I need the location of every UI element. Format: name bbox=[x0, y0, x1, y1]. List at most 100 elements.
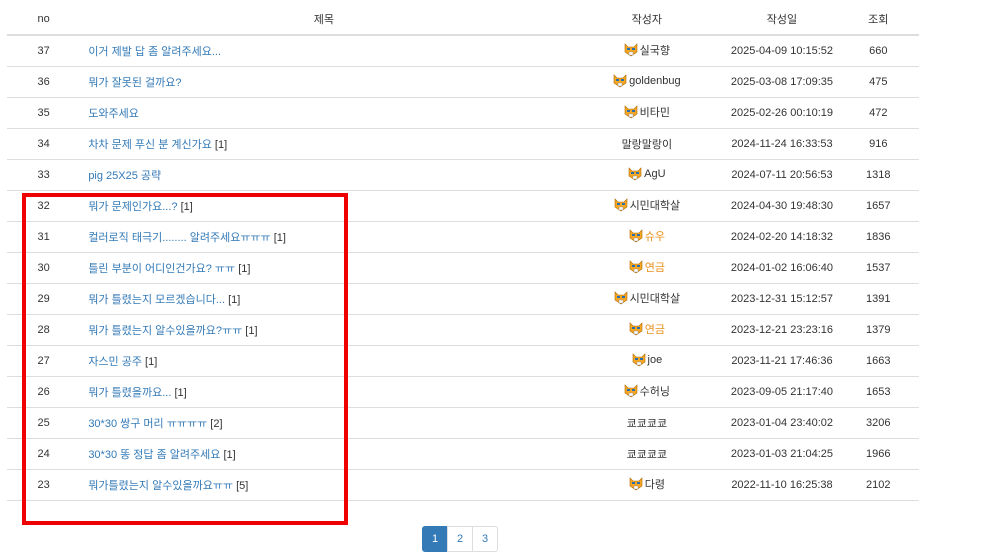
author-cell: 실국향 bbox=[567, 35, 727, 67]
post-title-link[interactable]: 자스민 공주 bbox=[88, 356, 142, 368]
view-count: 2102 bbox=[837, 469, 919, 501]
author[interactable]: 쿄쿄쿄쿄 bbox=[627, 415, 667, 431]
post-title-cell: 뭐가 문제인가요...? [1] bbox=[80, 190, 568, 222]
header-no: no bbox=[7, 4, 81, 36]
post-title-link[interactable]: 컬러로직 태극기........ 알려주세요ㅠㅠㅠ bbox=[88, 232, 270, 244]
cat-face-icon bbox=[629, 229, 643, 243]
cat-face-icon bbox=[629, 477, 643, 491]
board-table: no 제목 작성자 작성일 조회 37 이거 제발 답 좀 알려주세요... 실국향… bbox=[7, 4, 919, 501]
table-row: 24 30*30 똥 정답 좀 알려주세요 [1] 쿄쿄쿄쿄 2023-01-03 2… bbox=[7, 438, 919, 470]
author-name: 말랑말랑이 bbox=[621, 139, 673, 151]
author[interactable]: AgU bbox=[628, 166, 666, 181]
view-count: 1657 bbox=[837, 190, 919, 222]
post-title-link[interactable]: 뭐가 틀렸는지 모르겠습니다... bbox=[88, 294, 225, 306]
post-date: 2025-04-09 10:15:52 bbox=[726, 35, 838, 67]
post-number: 24 bbox=[7, 438, 81, 470]
author-cell: 쿄쿄쿄쿄 bbox=[567, 407, 727, 439]
view-count: 1537 bbox=[837, 252, 919, 284]
header-views: 조회 bbox=[837, 4, 919, 36]
post-number: 37 bbox=[7, 35, 81, 67]
post-date: 2025-03-08 17:09:35 bbox=[726, 66, 838, 98]
post-title-cell: 뭐가 틀렸는지 모르겠습니다... [1] bbox=[80, 283, 568, 315]
post-date: 2024-07-11 20:56:53 bbox=[726, 159, 838, 191]
view-count: 472 bbox=[837, 97, 919, 129]
cat-face-icon bbox=[614, 291, 628, 305]
post-title-link[interactable]: 뭐가틀렸는지 알수있을까요ㅠㅠ bbox=[88, 480, 233, 492]
post-title-link[interactable]: 뭐가 잘못된 걸까요? bbox=[88, 77, 181, 89]
comment-count: [1] bbox=[238, 263, 251, 275]
post-date: 2023-09-05 21:17:40 bbox=[726, 376, 838, 408]
table-row: 26 뭐가 틀렸을까요... [1] 수허닝 2023-09-05 21:17:40 1… bbox=[7, 376, 919, 408]
author[interactable]: 비타민 bbox=[624, 104, 670, 120]
view-count: 1836 bbox=[837, 221, 919, 253]
post-title-link[interactable]: 틀린 부분이 어디인건가요? ㅠㅠ bbox=[88, 263, 235, 275]
author-cell: 연금 bbox=[567, 252, 727, 284]
author[interactable]: 쿄쿄쿄쿄 bbox=[627, 446, 667, 462]
author-name: 시민대학살 bbox=[629, 200, 681, 212]
post-title-link[interactable]: 뭐가 문제인가요...? bbox=[88, 201, 177, 213]
author[interactable]: 연금 bbox=[629, 321, 665, 337]
author-name: 슈우 bbox=[644, 231, 665, 243]
table-row: 36 뭐가 잘못된 걸까요? goldenbug 2025-03-08 17:09:3… bbox=[7, 66, 919, 98]
view-count: 1663 bbox=[837, 345, 919, 377]
post-title-cell: 30*30 쌍구 머리 ㅠㅠㅠㅠ [2] bbox=[80, 407, 568, 439]
post-number: 23 bbox=[7, 469, 81, 501]
post-title-cell: 도와주세요 bbox=[80, 97, 568, 129]
author[interactable]: 수허닝 bbox=[624, 383, 670, 399]
post-title-link[interactable]: 30*30 쌍구 머리 ㅠㅠㅠㅠ bbox=[88, 418, 207, 430]
post-date: 2023-12-31 15:12:57 bbox=[726, 283, 838, 315]
author[interactable]: goldenbug bbox=[613, 73, 681, 88]
comment-count: [1] bbox=[180, 201, 193, 213]
cat-face-icon bbox=[632, 352, 646, 367]
author[interactable]: 실국향 bbox=[624, 42, 670, 58]
post-title-cell: 컬러로직 태극기........ 알려주세요ㅠㅠㅠ [1] bbox=[80, 221, 568, 253]
pagination: 123 bbox=[422, 526, 498, 552]
post-date: 2023-01-03 21:04:25 bbox=[726, 438, 838, 470]
author-name: 다령 bbox=[644, 479, 665, 491]
author[interactable]: joe bbox=[632, 352, 662, 367]
table-row: 28 뭐가 틀렸는지 알수있을까요?ㅠㅠ [1] 연금 2023-12-21 23:2… bbox=[7, 314, 919, 346]
view-count: 1318 bbox=[837, 159, 919, 191]
comment-count: [2] bbox=[210, 418, 223, 430]
comment-count: [1] bbox=[228, 294, 241, 306]
post-title-link[interactable]: pig 25X25 공략 bbox=[88, 170, 161, 182]
post-number: 32 bbox=[7, 190, 81, 222]
author[interactable]: 연금 bbox=[629, 259, 665, 275]
page-button-3[interactable]: 3 bbox=[472, 526, 498, 552]
post-title-link[interactable]: 뭐가 틀렸는지 알수있을까요?ㅠㅠ bbox=[88, 325, 242, 337]
post-title-link[interactable]: 차차 문제 푸신 분 계신가요 bbox=[88, 139, 212, 151]
author-cell: 말랑말랑이 bbox=[567, 128, 727, 160]
post-number: 31 bbox=[7, 221, 81, 253]
author-name: 실국향 bbox=[639, 45, 671, 57]
author[interactable]: 시민대학살 bbox=[614, 290, 680, 306]
post-title-link[interactable]: 뭐가 틀렸을까요... bbox=[88, 387, 171, 399]
post-title-link[interactable]: 이거 제발 답 좀 알려주세요... bbox=[88, 46, 221, 58]
table-body: 37 이거 제발 답 좀 알려주세요... 실국향 2025-04-09 10:15:… bbox=[7, 35, 919, 501]
author[interactable]: 다령 bbox=[629, 476, 665, 492]
post-title-cell: pig 25X25 공략 bbox=[80, 159, 568, 191]
cat-face-icon bbox=[629, 260, 643, 274]
post-title-cell: 뭐가 틀렸을까요... [1] bbox=[80, 376, 568, 408]
post-title-link[interactable]: 30*30 똥 정답 좀 알려주세요 bbox=[88, 449, 220, 461]
author-cell: 연금 bbox=[567, 314, 727, 346]
view-count: 1653 bbox=[837, 376, 919, 408]
author-name: 쿄쿄쿄쿄 bbox=[626, 449, 668, 461]
author-cell: 시민대학살 bbox=[567, 283, 727, 315]
view-count: 660 bbox=[837, 35, 919, 67]
page-button-2[interactable]: 2 bbox=[447, 526, 473, 552]
post-title-link[interactable]: 도와주세요 bbox=[88, 108, 139, 120]
post-number: 34 bbox=[7, 128, 81, 160]
author[interactable]: 말랑말랑이 bbox=[622, 136, 673, 152]
comment-count: [1] bbox=[145, 356, 158, 368]
header-date: 작성일 bbox=[726, 4, 838, 36]
post-number: 25 bbox=[7, 407, 81, 439]
page-button-1[interactable]: 1 bbox=[422, 526, 448, 552]
view-count: 1391 bbox=[837, 283, 919, 315]
author[interactable]: 슈우 bbox=[629, 228, 665, 244]
table-row: 37 이거 제발 답 좀 알려주세요... 실국향 2025-04-09 10:15:… bbox=[7, 35, 919, 67]
author[interactable]: 시민대학살 bbox=[614, 197, 681, 213]
author-cell: 쿄쿄쿄쿄 bbox=[567, 438, 727, 470]
header-author: 작성자 bbox=[567, 4, 727, 36]
author-cell: 시민대학살 bbox=[567, 190, 727, 222]
author-cell: 다령 bbox=[567, 469, 727, 501]
